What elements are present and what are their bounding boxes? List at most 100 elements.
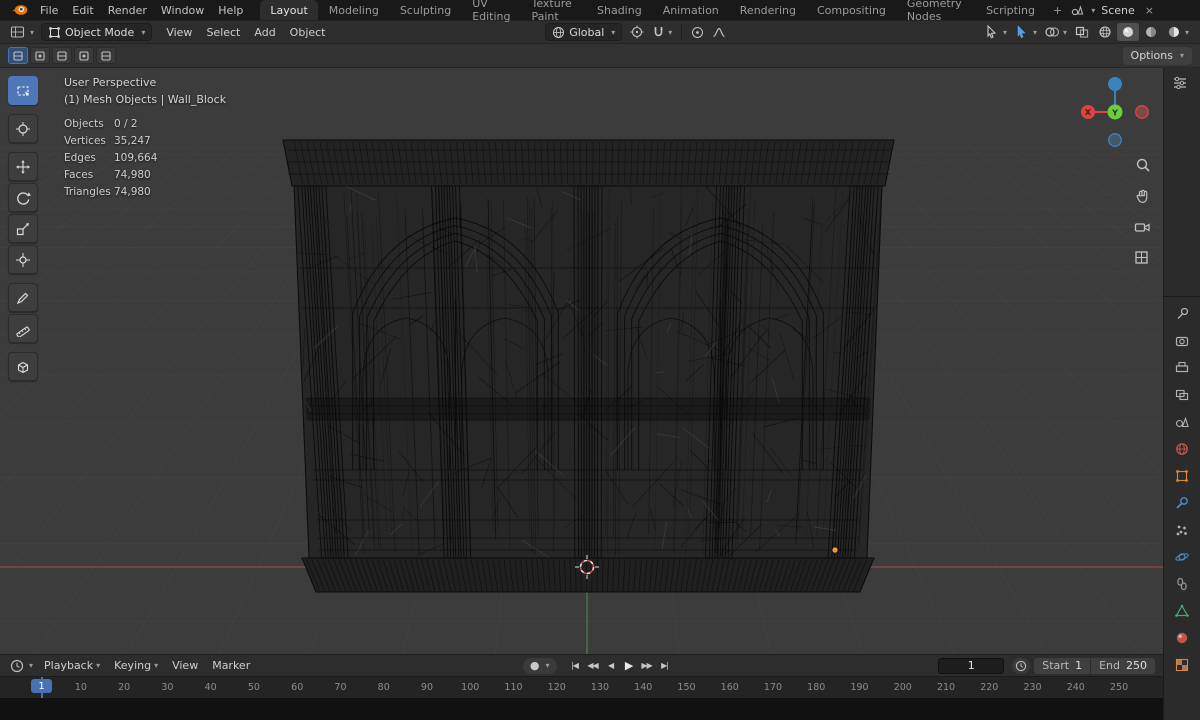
- viewport-menu-add[interactable]: Add: [247, 26, 282, 39]
- menu-render[interactable]: Render: [101, 4, 154, 17]
- properties-tab-scene[interactable]: [1174, 414, 1190, 430]
- orientation-dropdown[interactable]: Global ▾: [545, 23, 623, 41]
- properties-tab-object-data[interactable]: [1174, 603, 1190, 619]
- tool-measure[interactable]: [8, 314, 38, 343]
- viewport-menu-view[interactable]: View: [159, 26, 199, 39]
- play-button[interactable]: ▶: [621, 658, 637, 674]
- tool-annotate[interactable]: [8, 283, 38, 312]
- scene-name[interactable]: Scene: [1099, 4, 1137, 17]
- workspace-tab-sculpting[interactable]: Sculpting: [390, 0, 461, 20]
- gizmo-x-neg-axis[interactable]: [1135, 105, 1149, 119]
- properties-tab-modifiers[interactable]: [1174, 495, 1190, 511]
- workspace-tab-geometry-nodes[interactable]: Geometry Nodes: [897, 0, 975, 23]
- blender-logo-icon[interactable]: [6, 0, 33, 20]
- menu-file[interactable]: File: [33, 4, 65, 17]
- playhead-badge[interactable]: 1: [31, 679, 52, 693]
- workspace-tab-layout[interactable]: Layout: [260, 0, 318, 20]
- proportional-falloff-icon[interactable]: [709, 23, 729, 41]
- workspace-tab-modeling[interactable]: Modeling: [319, 0, 389, 20]
- jump-to-end-button[interactable]: ▶|: [657, 658, 673, 674]
- tool-rotate[interactable]: [8, 183, 38, 212]
- scene-browse-chevron-icon[interactable]: ▾: [1091, 6, 1095, 15]
- show-gizmos-icon[interactable]: ▾: [1011, 23, 1040, 41]
- display-toggle-4[interactable]: [74, 47, 94, 64]
- properties-tab-texture[interactable]: [1174, 657, 1190, 673]
- editor-type-timeline-icon[interactable]: ▾: [6, 659, 37, 673]
- mode-dropdown[interactable]: Object Mode ▾: [41, 23, 153, 41]
- timeline-menu-playback[interactable]: Playback ▾: [37, 659, 107, 672]
- tool-cursor[interactable]: [8, 114, 38, 143]
- auto-keying-button[interactable]: ● ▾: [522, 657, 557, 674]
- frame-end-field[interactable]: End 250: [1091, 657, 1156, 674]
- shading-material-icon[interactable]: [1140, 23, 1162, 41]
- workspace-tab-shading[interactable]: Shading: [587, 0, 652, 20]
- viewport-menu-select[interactable]: Select: [199, 26, 247, 39]
- properties-tab-constraints[interactable]: [1174, 576, 1190, 592]
- display-toggle-2[interactable]: [30, 47, 50, 64]
- shading-wireframe-icon[interactable]: [1094, 23, 1116, 41]
- object-visibility-icon[interactable]: ▾: [981, 23, 1010, 41]
- editor-type-3dview-icon[interactable]: ▾: [6, 25, 38, 39]
- tool-select-box[interactable]: [8, 76, 38, 105]
- properties-tab-tool[interactable]: [1174, 306, 1190, 322]
- properties-tab-render[interactable]: [1174, 333, 1190, 349]
- properties-tab-output[interactable]: [1174, 360, 1190, 376]
- scene-browse-icon[interactable]: [1070, 4, 1084, 16]
- scene-unlink-icon[interactable]: ×: [1141, 4, 1158, 17]
- next-keyframe-button[interactable]: ▶▶: [639, 658, 655, 674]
- workspace-tab-rendering[interactable]: Rendering: [730, 0, 806, 20]
- gizmo-z-neg-axis[interactable]: [1108, 133, 1122, 147]
- zoom-view-icon[interactable]: [1131, 154, 1153, 176]
- workspace-tab-animation[interactable]: Animation: [653, 0, 729, 20]
- tool-transform[interactable]: [8, 245, 38, 274]
- timeline-menu-view[interactable]: View: [165, 659, 205, 672]
- properties-tab-object[interactable]: [1174, 468, 1190, 484]
- toggle-xray-icon[interactable]: [1071, 23, 1093, 41]
- play-reverse-button[interactable]: ◀: [603, 658, 619, 674]
- menu-help[interactable]: Help: [211, 4, 250, 17]
- prev-keyframe-button[interactable]: ◀◀: [585, 658, 601, 674]
- tool-move[interactable]: [8, 152, 38, 181]
- snap-target-icon[interactable]: [627, 23, 647, 41]
- snap-magnet-icon[interactable]: ▾: [649, 23, 675, 41]
- properties-tab-particles[interactable]: [1174, 522, 1190, 538]
- jump-to-start-button[interactable]: |◀: [567, 658, 583, 674]
- ruler-tick-150: 150: [677, 682, 696, 693]
- show-overlays-icon[interactable]: ▾: [1041, 23, 1070, 41]
- properties-tab-world[interactable]: [1174, 441, 1190, 457]
- menu-edit[interactable]: Edit: [65, 4, 100, 17]
- display-toggle-1[interactable]: [8, 47, 28, 64]
- frame-start-field[interactable]: Start 1: [1034, 657, 1091, 674]
- workspace-tab-scripting[interactable]: Scripting: [976, 0, 1045, 20]
- gizmo-z-axis[interactable]: [1108, 77, 1122, 91]
- editor-type-properties-icon[interactable]: [1172, 75, 1188, 89]
- display-toggle-3[interactable]: [52, 47, 72, 64]
- navigation-gizmo[interactable]: XY: [1072, 70, 1158, 156]
- viewport-info-overlay: User Perspective (1) Mesh Objects | Wall…: [64, 76, 226, 198]
- pan-view-icon[interactable]: [1131, 185, 1153, 207]
- workspace-tab-uv-editing[interactable]: UV Editing: [462, 0, 520, 23]
- proportional-editing-icon[interactable]: [688, 23, 707, 41]
- shading-rendered-icon[interactable]: ▾: [1163, 23, 1192, 41]
- timeline-menu-marker[interactable]: Marker: [205, 659, 257, 672]
- display-toggle-5[interactable]: [96, 47, 116, 64]
- options-dropdown[interactable]: Options ▾: [1122, 46, 1192, 65]
- camera-view-icon[interactable]: [1131, 216, 1153, 238]
- viewport-menu-object[interactable]: Object: [283, 26, 333, 39]
- tool-add-cube[interactable]: [8, 352, 38, 381]
- timeline-ruler[interactable]: 1 10 20 30 40 50 60 70 80 90 100 110 120 130 140 150 16…: [0, 676, 1163, 698]
- workspace-tab-texture-paint[interactable]: Texture Paint: [522, 0, 587, 23]
- properties-tab-material[interactable]: [1174, 630, 1190, 646]
- shading-solid-icon[interactable]: [1116, 23, 1139, 41]
- menu-window[interactable]: Window: [154, 4, 211, 17]
- preview-range-icon[interactable]: [1012, 657, 1031, 674]
- properties-tab-view-layer[interactable]: [1174, 387, 1190, 403]
- properties-tab-physics[interactable]: [1174, 549, 1190, 565]
- current-frame-field[interactable]: 1: [938, 657, 1005, 674]
- workspace-tab-compositing[interactable]: Compositing: [807, 0, 896, 20]
- viewport-3d[interactable]: User Perspective (1) Mesh Objects | Wall…: [0, 68, 1163, 654]
- timeline-menu-keying[interactable]: Keying ▾: [107, 659, 165, 672]
- tool-scale[interactable]: [8, 214, 38, 243]
- ortho-view-icon[interactable]: [1131, 247, 1153, 269]
- add-workspace-button[interactable]: +: [1046, 0, 1069, 20]
